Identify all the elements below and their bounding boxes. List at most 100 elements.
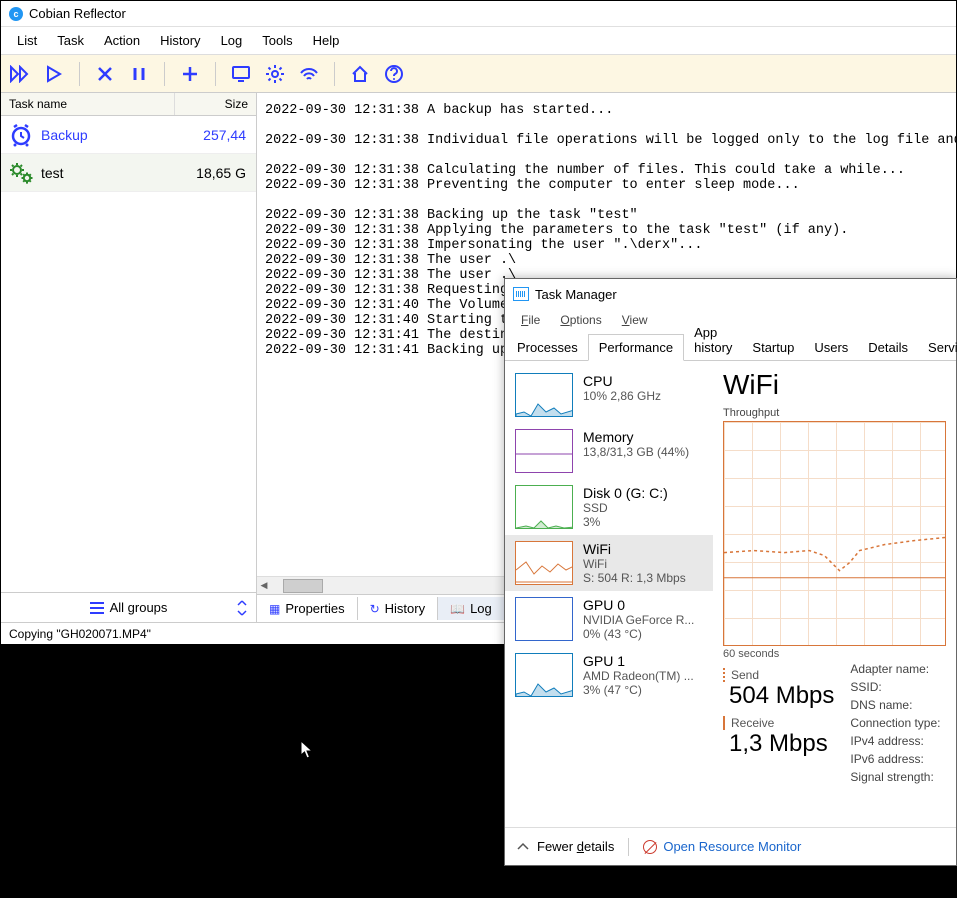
card-subtitle2: 0% (43 °C) [583,627,703,641]
separator [215,62,216,86]
menu-history[interactable]: History [150,30,210,51]
groups-label: All groups [110,600,168,615]
task-size: 18,65 G [196,165,256,181]
tab-history[interactable]: ↻History [358,597,439,620]
tm-card-cpu[interactable]: CPU10% 2,86 GHz [505,367,713,423]
groups-bar[interactable]: All groups [1,592,256,622]
stop-icon[interactable] [92,61,118,87]
tab-startup[interactable]: Startup [742,335,804,360]
tab-users[interactable]: Users [804,335,858,360]
card-text: Memory13,8/31,3 GB (44%) [583,429,703,459]
mini-graph-icon [515,653,573,697]
adapter-detail-row: Signal strength: [850,768,940,786]
task-list: Backup 257,44 test 18,65 G [1,116,256,592]
adapter-detail-row: SSID: [850,678,940,696]
card-text: GPU 0NVIDIA GeForce R...0% (43 °C) [583,597,703,641]
help-icon[interactable] [381,61,407,87]
tm-detail: WiFi Throughput 60 seconds Send 504 Mbps… [713,361,956,827]
adapter-detail-row: Connection type: [850,714,940,732]
tm-titlebar[interactable]: Task Manager [505,279,956,309]
monitor-icon[interactable] [228,61,254,87]
menu-help[interactable]: Help [303,30,350,51]
fewer-details[interactable]: Fewer details [537,839,614,854]
tm-menu-options[interactable]: Options [550,311,611,329]
scroll-thumb[interactable] [283,579,323,593]
send-label: Send [723,668,834,682]
task-header: Task name Size [1,93,256,116]
tab-processes[interactable]: Processes [507,335,588,360]
task-row[interactable]: test 18,65 G [1,154,256,192]
card-text: WiFiWiFiS: 504 R: 1,3 Mbps [583,541,703,585]
card-title: Memory [583,429,703,445]
gears-icon [1,160,41,186]
pause-icon[interactable] [126,61,152,87]
mini-graph-icon [515,373,573,417]
separator [334,62,335,86]
card-subtitle: 10% 2,86 GHz [583,389,703,403]
tm-card-memory[interactable]: Memory13,8/31,3 GB (44%) [505,423,713,479]
tm-card-gpu-1[interactable]: GPU 1AMD Radeon(TM) ...3% (47 °C) [505,647,713,703]
tm-sidebar: CPU10% 2,86 GHz Memory13,8/31,3 GB (44%) D… [505,361,713,827]
menu-task[interactable]: Task [47,30,94,51]
properties-icon: ▦ [269,602,280,616]
tab-properties[interactable]: ▦Properties [257,597,358,620]
tm-menu-view[interactable]: View [612,311,658,329]
card-text: CPU10% 2,86 GHz [583,373,703,403]
network-icon[interactable] [296,61,322,87]
menu-tools[interactable]: Tools [252,30,302,51]
list-icon [90,602,104,614]
tm-card-wifi[interactable]: WiFiWiFiS: 504 R: 1,3 Mbps [505,535,713,591]
task-name: test [41,165,196,181]
resource-monitor-icon [643,840,657,854]
history-icon: ↻ [370,602,380,616]
tab-details[interactable]: Details [858,335,918,360]
tab-performance[interactable]: Performance [588,334,684,361]
card-subtitle: NVIDIA GeForce R... [583,613,703,627]
run-icon[interactable] [41,61,67,87]
app-icon: c [9,7,23,21]
task-size: 257,44 [203,127,256,143]
card-title: GPU 0 [583,597,703,613]
tab-app-history[interactable]: App history [684,320,742,360]
task-row[interactable]: Backup 257,44 [1,116,256,154]
status-text: Copying "GH020071.MP4" [9,627,151,641]
chart-x-label: 60 seconds [723,648,946,660]
send-value: 504 Mbps [723,682,834,710]
add-icon[interactable] [177,61,203,87]
tab-services[interactable]: Services [918,335,957,360]
run-all-icon[interactable] [7,61,33,87]
tm-title: Task Manager [535,287,617,302]
tm-menu-file[interactable]: File [511,311,550,329]
tab-log[interactable]: 📖Log [438,597,505,620]
column-task-name[interactable]: Task name [1,93,175,115]
separator [79,62,80,86]
titlebar[interactable]: c Cobian Reflector [1,1,956,27]
card-subtitle2: 3% (47 °C) [583,683,703,697]
tm-tabs: Processes Performance App history Startu… [505,331,956,361]
settings-icon[interactable] [262,61,288,87]
tm-card-disk-0-g-c-[interactable]: Disk 0 (G: C:)SSD3% [505,479,713,535]
receive-label: Receive [723,716,834,730]
card-subtitle: AMD Radeon(TM) ... [583,669,703,683]
column-size[interactable]: Size [175,93,256,115]
home-icon[interactable] [347,61,373,87]
card-subtitle2: S: 504 R: 1,3 Mbps [583,571,703,585]
tm-body: CPU10% 2,86 GHz Memory13,8/31,3 GB (44%) D… [505,361,956,827]
tm-card-gpu-0[interactable]: GPU 0NVIDIA GeForce R...0% (43 °C) [505,591,713,647]
mini-graph-icon [515,597,573,641]
mini-graph-icon [515,485,573,529]
expand-icon[interactable] [236,600,248,616]
card-text: Disk 0 (G: C:)SSD3% [583,485,703,529]
menu-list[interactable]: List [7,30,47,51]
scroll-left-icon[interactable]: ◀ [257,579,271,593]
open-resource-monitor[interactable]: Open Resource Monitor [643,839,801,854]
adapter-detail-row: Adapter name: [850,660,940,678]
metric-send: Send 504 Mbps Receive 1,3 Mbps [723,668,834,786]
card-text: GPU 1AMD Radeon(TM) ...3% (47 °C) [583,653,703,697]
card-title: GPU 1 [583,653,703,669]
menu-log[interactable]: Log [211,30,253,51]
adapter-detail-row: DNS name: [850,696,940,714]
log-icon: 📖 [450,602,465,616]
menu-action[interactable]: Action [94,30,150,51]
chevron-up-icon[interactable] [517,842,529,852]
